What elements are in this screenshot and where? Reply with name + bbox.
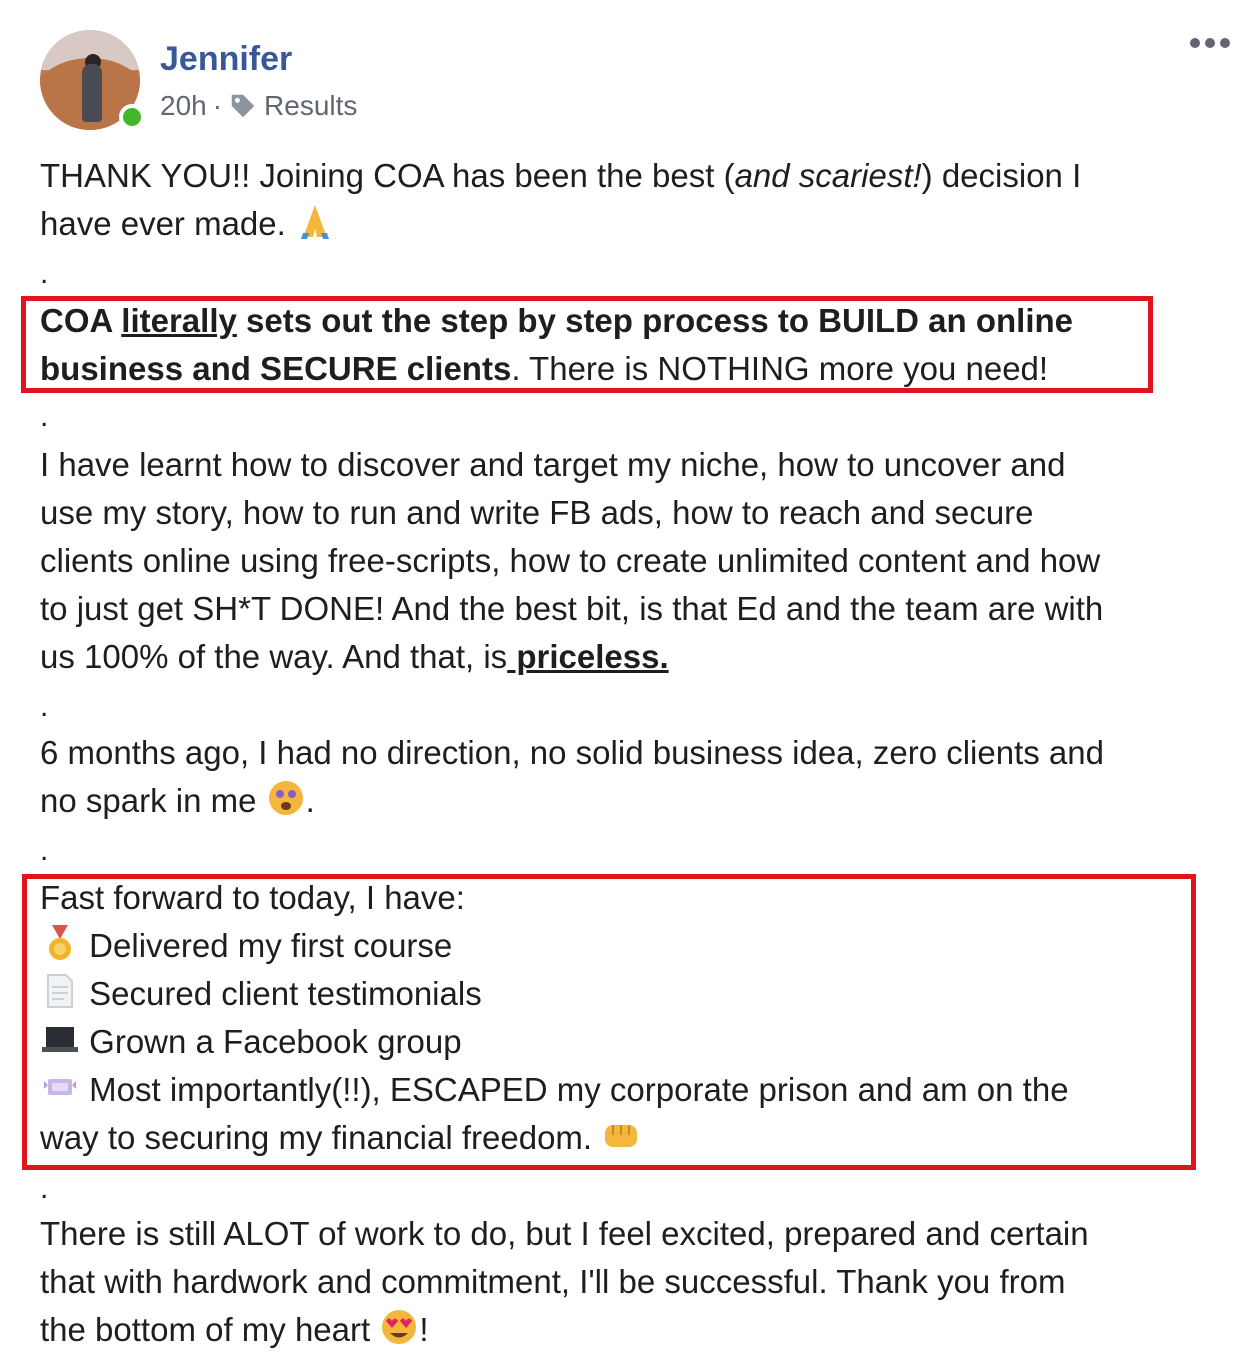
text-line: 6 months ago, I had no direction, no sol… — [40, 734, 1104, 771]
folded-hands-icon — [300, 205, 329, 239]
separator-dot: . — [40, 690, 49, 723]
fist-icon — [605, 1125, 638, 1147]
text-line: I have learnt how to discover and target… — [40, 446, 1066, 483]
text-line: way to securing my financial freedom. — [40, 1114, 641, 1162]
text-line: have ever made. — [40, 200, 335, 248]
laptop-icon — [42, 1027, 78, 1052]
money-wings-icon — [44, 1079, 76, 1095]
separator-dot: . — [40, 1172, 49, 1205]
text-line: use my story, how to run and write FB ad… — [40, 494, 1034, 531]
list-item: Grown a Facebook group — [40, 1018, 462, 1066]
text-line: COA literally sets out the step by step … — [40, 302, 1073, 339]
facebook-post: Jennifer 20h · Results THANK YOU!! Joini… — [0, 0, 1238, 1362]
text-line: clients online using free-scripts, how t… — [40, 542, 1101, 579]
text-line: to just get SH*T DONE! And the best bit,… — [40, 590, 1104, 627]
post-time[interactable]: 20h — [160, 90, 207, 122]
list-item: Delivered my first course — [40, 922, 452, 970]
post-tag[interactable]: Results — [264, 90, 357, 122]
separator-dot: . — [40, 257, 49, 290]
author-name[interactable]: Jennifer — [160, 40, 292, 79]
text-line: the bottom of my heart ! — [40, 1306, 429, 1354]
heart-eyes-icon — [382, 1310, 417, 1344]
online-status-dot — [119, 104, 145, 130]
text-line: THANK YOU!! Joining COA has been the bes… — [40, 157, 1082, 194]
text-line: business and SECURE clients. There is NO… — [40, 350, 1049, 387]
text-line: that with hardwork and commitment, I'll … — [40, 1263, 1066, 1300]
text-line: There is still ALOT of work to do, but I… — [40, 1215, 1089, 1252]
dizzy-face-icon — [268, 781, 303, 815]
list-item: Secured client testimonials — [40, 970, 482, 1018]
meta-separator: · — [212, 90, 223, 121]
more-options-icon[interactable] — [1190, 38, 1230, 48]
page-icon — [47, 974, 73, 1008]
tag-icon — [231, 94, 255, 118]
separator-dot: . — [40, 400, 49, 433]
post-meta: 20h · Results — [160, 90, 357, 122]
separator-dot: . — [40, 834, 49, 867]
text-line: Fast forward to today, I have: — [40, 879, 465, 916]
text-line: us 100% of the way. And that, is pricele… — [40, 638, 669, 675]
text-line: no spark in me . — [40, 777, 315, 825]
medal-icon — [49, 925, 71, 960]
list-item: Most importantly(!!), ESCAPED my corpora… — [40, 1066, 1069, 1114]
